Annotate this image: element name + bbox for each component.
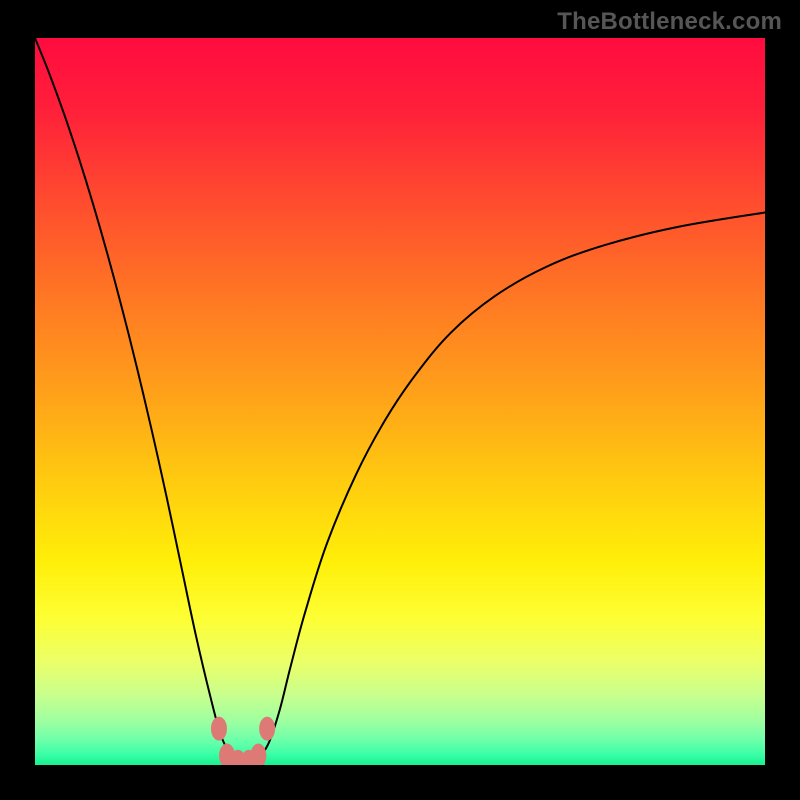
watermark-text: TheBottleneck.com xyxy=(557,8,782,36)
notch-marker xyxy=(211,717,227,741)
bottleneck-chart xyxy=(35,38,765,765)
notch-marker xyxy=(259,717,275,741)
